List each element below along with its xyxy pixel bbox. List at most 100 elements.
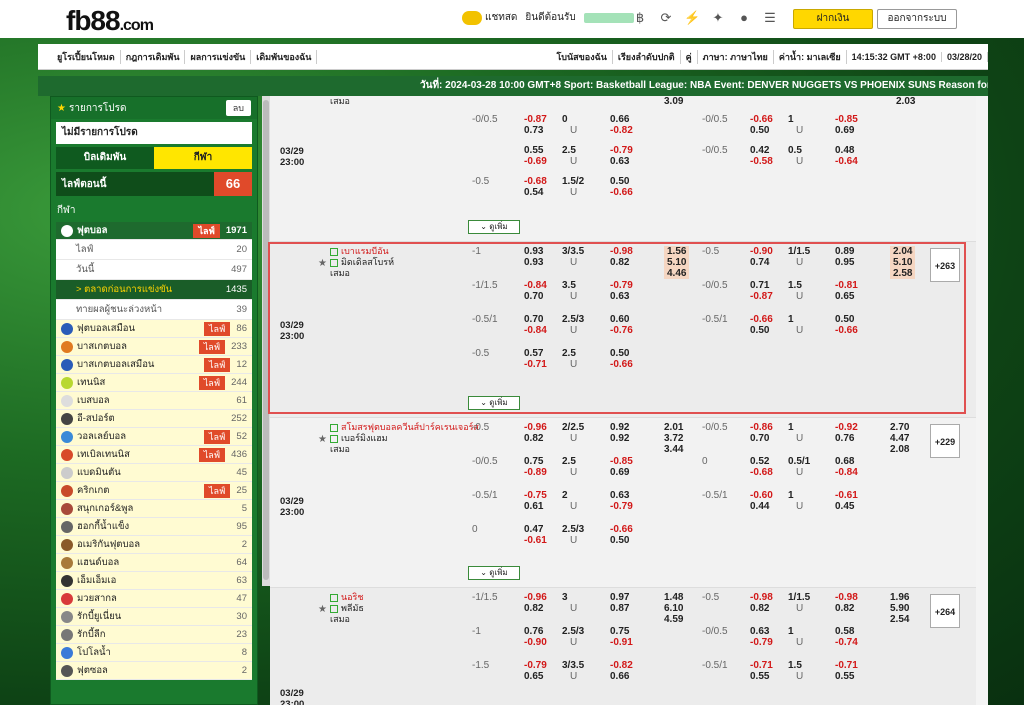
sidebar-sub-item[interactable]: วันนี้ 497 (56, 260, 252, 280)
odds-value[interactable]: 1/1.5 (788, 592, 810, 603)
odds-value[interactable]: 0.71 (750, 280, 769, 291)
odds-value[interactable]: -0.60 (750, 490, 773, 501)
odds-value[interactable]: 2.5 (562, 456, 576, 467)
odds-value[interactable]: -0.82 (610, 125, 633, 136)
odds-value[interactable]: 0.55 (835, 671, 854, 682)
odds-1x2[interactable]: 4.47 (890, 433, 909, 444)
sidebar-sport-item[interactable]: รักบี้ยูเนี่ยน 30 (56, 608, 252, 626)
menu-item[interactable]: เดิมพันของฉัน (251, 49, 318, 64)
odds-value[interactable]: -0.82 (610, 660, 633, 671)
sidebar-sport-item[interactable]: บาสเกตบอล ไลฟ์ 233 (56, 338, 252, 356)
odds-value[interactable]: 2 (562, 490, 568, 501)
sidebar-item-soccer[interactable]: ฟุตบอล ไลฟ์ 1971 (56, 222, 252, 240)
menu-item[interactable]: โบนัสของฉัน (551, 49, 613, 64)
odds-value[interactable]: 0.60 (610, 314, 629, 325)
odds-value[interactable]: 1.5 (788, 660, 802, 671)
sidebar-sport-item[interactable]: ฟุตซอล 2 (56, 662, 252, 680)
odds-value[interactable]: 0.50 (750, 325, 769, 336)
odds-value[interactable]: -0.66 (750, 114, 773, 125)
odds-value[interactable]: -0.90 (750, 246, 773, 257)
odds-1x2[interactable]: 2.04 (890, 246, 916, 257)
odds-value[interactable]: 0.97 (610, 592, 629, 603)
odds-value[interactable]: 0.63 (610, 291, 629, 302)
odds-value[interactable]: -0.85 (835, 114, 858, 125)
odds-value[interactable]: -0.61 (524, 535, 547, 546)
menu-item[interactable]: เรียงลำดับปกติ (613, 49, 681, 64)
odds-value[interactable]: 1 (788, 490, 794, 501)
odds-value[interactable]: -0.69 (524, 156, 547, 167)
odds-value[interactable]: 2.5 (562, 145, 576, 156)
odds-value[interactable]: -0.91 (610, 637, 633, 648)
sidebar-sport-item[interactable]: แฮนด์บอล 64 (56, 554, 252, 572)
odds-value[interactable]: 0.76 (835, 433, 854, 444)
odds-value[interactable]: -0.98 (610, 246, 633, 257)
odds-value[interactable]: 0.50 (750, 125, 769, 136)
odds-value[interactable]: -0.87 (524, 114, 547, 125)
odds-value[interactable]: 0.69 (610, 467, 629, 478)
odds-value[interactable]: 0.50 (610, 176, 629, 187)
odds-value[interactable]: 0.68 (835, 456, 854, 467)
sidebar-sport-item[interactable]: ฟุตบอลเสมือน ไลฟ์ 86 (56, 320, 252, 338)
expand-more-button[interactable]: ⌄ ดูเพิ่ม (468, 566, 520, 580)
odds-value[interactable]: 1 (788, 114, 794, 125)
odds-value[interactable]: -0.96 (524, 422, 547, 433)
settings-list-icon[interactable]: ☰ (762, 10, 778, 26)
sidebar-sport-item[interactable]: วอลเลย์บอล ไลฟ์ 52 (56, 428, 252, 446)
odds-value[interactable]: 0.55 (750, 671, 769, 682)
odds-value[interactable]: -0.87 (750, 291, 773, 302)
odds-value[interactable]: 2.5/3 (562, 626, 584, 637)
sidebar-sport-item[interactable]: เอ็มเอ็มเอ 63 (56, 572, 252, 590)
menu-item[interactable]: ภาษา: ภาษาไทย (698, 49, 774, 64)
sidebar-sport-item[interactable]: โปโลน้ำ 8 (56, 644, 252, 662)
expand-more-button[interactable]: ⌄ ดูเพิ่ม (468, 396, 520, 410)
odds-value[interactable]: 2.5/3 (562, 524, 584, 535)
menu-item[interactable]: 03/28/20 (942, 51, 988, 62)
odds-value[interactable]: 0.82 (835, 603, 854, 614)
sidebar-sport-item[interactable]: มวยสากล 47 (56, 590, 252, 608)
odds-value[interactable]: -0.61 (835, 490, 858, 501)
odds-value[interactable]: 0.82 (610, 257, 629, 268)
odds-value[interactable]: -0.71 (524, 359, 547, 370)
sidebar-sub-item[interactable]: ทายผลผู้ชนะล่วงหน้า 39 (56, 300, 252, 320)
odds-value[interactable]: -0.71 (750, 660, 773, 671)
odds-value[interactable]: 0.73 (524, 125, 543, 136)
menu-item[interactable]: กฎการเดิมพัน (121, 49, 186, 64)
odds-value[interactable]: -0.75 (524, 490, 547, 501)
odds-value[interactable]: -0.84 (835, 467, 858, 478)
odds-value[interactable]: 0.50 (610, 535, 629, 546)
odds-value[interactable]: 0.89 (835, 246, 854, 257)
odds-value[interactable]: 0.63 (750, 626, 769, 637)
odds-1x2[interactable]: 2.70 (890, 422, 909, 433)
odds-value[interactable]: -0.85 (610, 456, 633, 467)
odds-value[interactable]: 0.66 (610, 671, 629, 682)
sidebar-sub-item[interactable]: > ตลาดก่อนการแข่งขัน 1435 (56, 280, 252, 300)
odds-value[interactable]: 0.70 (524, 291, 543, 302)
odds-value[interactable]: 0.65 (835, 291, 854, 302)
odds-value[interactable]: -0.74 (835, 637, 858, 648)
odds-value[interactable]: 0.75 (610, 626, 629, 637)
favorite-star-icon[interactable]: ★ (318, 434, 327, 445)
odds-value[interactable]: 3.5 (562, 280, 576, 291)
odds-value[interactable]: 0.70 (750, 433, 769, 444)
odds-value[interactable]: 0 (562, 114, 568, 125)
sidebar-sport-item[interactable]: ฮอกกี้น้ำแข็ง 95 (56, 518, 252, 536)
odds-value[interactable]: 0.47 (524, 524, 543, 535)
sidebar-sport-item[interactable]: บาสเกตบอลเสมือน ไลฟ์ 12 (56, 356, 252, 374)
sidebar-sport-item[interactable]: คริกเกต ไลฟ์ 25 (56, 482, 252, 500)
odds-value[interactable]: 0.50 (835, 314, 854, 325)
odds-value[interactable]: 3.09 (664, 96, 683, 107)
user-icon[interactable]: ● (736, 10, 752, 26)
odds-value[interactable]: 0.63 (610, 156, 629, 167)
sidebar-sport-item[interactable]: เทเบิลเทนนิส ไลฟ์ 436 (56, 446, 252, 464)
odds-value[interactable]: 1 (788, 314, 794, 325)
expand-more-button[interactable]: ⌄ ดูเพิ่ม (468, 220, 520, 234)
odds-value[interactable]: 3/3.5 (562, 246, 584, 257)
odds-1x2[interactable]: 1.56 (664, 246, 690, 257)
menu-item[interactable]: ผลการแข่งขัน (185, 49, 252, 64)
odds-1x2[interactable]: 1.96 (890, 592, 909, 603)
odds-value[interactable]: -0.84 (524, 325, 547, 336)
odds-value[interactable]: 0.45 (835, 501, 854, 512)
odds-value[interactable]: -0.71 (835, 660, 858, 671)
odds-1x2[interactable]: 2.58 (890, 268, 916, 279)
odds-value[interactable]: -0.79 (750, 637, 773, 648)
